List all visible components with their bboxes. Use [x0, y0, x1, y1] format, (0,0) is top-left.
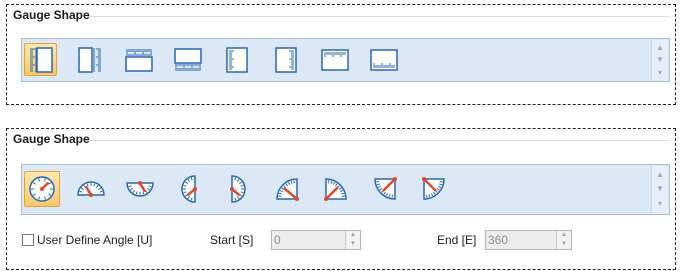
start-input[interactable]: [274, 232, 324, 248]
semicircle-left-gauge-icon[interactable]: [171, 171, 207, 207]
title-divider: [87, 16, 669, 17]
end-label: End [E]: [437, 233, 477, 247]
linear-horizontal-top-scale-icon[interactable]: [122, 43, 155, 76]
end-input[interactable]: [488, 232, 538, 248]
linear-vertical-left-scale-icon[interactable]: [24, 43, 57, 76]
end-spin-buttons[interactable]: ▲ ▼: [556, 231, 571, 249]
gallery-scrollbar[interactable]: ▲ ▼ ▾: [651, 40, 668, 80]
thermometer-left-icon[interactable]: [220, 43, 253, 76]
linear-vertical-right-scale-icon[interactable]: [73, 43, 106, 76]
gallery-expand-button[interactable]: ▾: [654, 67, 666, 79]
start-spinner[interactable]: ▲▼: [271, 230, 361, 250]
ruler-bottom-icon[interactable]: [367, 43, 400, 76]
ruler-top-icon[interactable]: [318, 43, 351, 76]
scroll-up-button[interactable]: ▲: [654, 169, 666, 181]
quarter-bottom-right-gauge-icon[interactable]: [416, 171, 452, 207]
start-spin-buttons[interactable]: ▲ ▼: [345, 231, 360, 249]
user-define-angle-checkbox[interactable]: [22, 234, 34, 246]
linear-horizontal-bottom-scale-icon[interactable]: [171, 43, 204, 76]
scroll-down-button[interactable]: ▼: [654, 54, 666, 66]
quarter-top-left-gauge-icon[interactable]: [269, 171, 305, 207]
user-define-angle-label: User Define Angle [U]: [37, 233, 153, 247]
panel-title: Gauge Shape: [13, 132, 90, 146]
end-spinner[interactable]: ▲▼: [485, 230, 572, 250]
gauge-shape-panel-linear: Gauge Shape ▲ ▼ ▾: [6, 4, 676, 105]
panel-title: Gauge Shape: [13, 8, 90, 22]
thermometer-right-icon[interactable]: [269, 43, 302, 76]
quarter-bottom-left-gauge-icon[interactable]: [367, 171, 403, 207]
gallery-scrollbar[interactable]: ▲ ▼ ▾: [651, 166, 668, 213]
quarter-top-right-gauge-icon[interactable]: [318, 171, 354, 207]
circular-full-gauge-icon[interactable]: [24, 171, 60, 207]
title-divider: [87, 140, 669, 141]
semicircle-right-gauge-icon[interactable]: [220, 171, 256, 207]
start-label: Start [S]: [210, 233, 254, 247]
linear-gauge-gallery: ▲ ▼ ▾: [21, 38, 670, 82]
gallery-expand-button[interactable]: ▾: [654, 198, 666, 210]
gauge-shape-panel-circular: Gauge Shape ▲ ▼ ▾ User Define Angle [U] …: [6, 128, 676, 270]
semicircle-top-gauge-icon[interactable]: [73, 171, 109, 207]
semicircle-bottom-gauge-icon[interactable]: [122, 171, 158, 207]
scroll-down-button[interactable]: ▼: [654, 183, 666, 195]
circular-gauge-gallery: ▲ ▼ ▾: [21, 164, 670, 215]
scroll-up-button[interactable]: ▲: [654, 42, 666, 54]
